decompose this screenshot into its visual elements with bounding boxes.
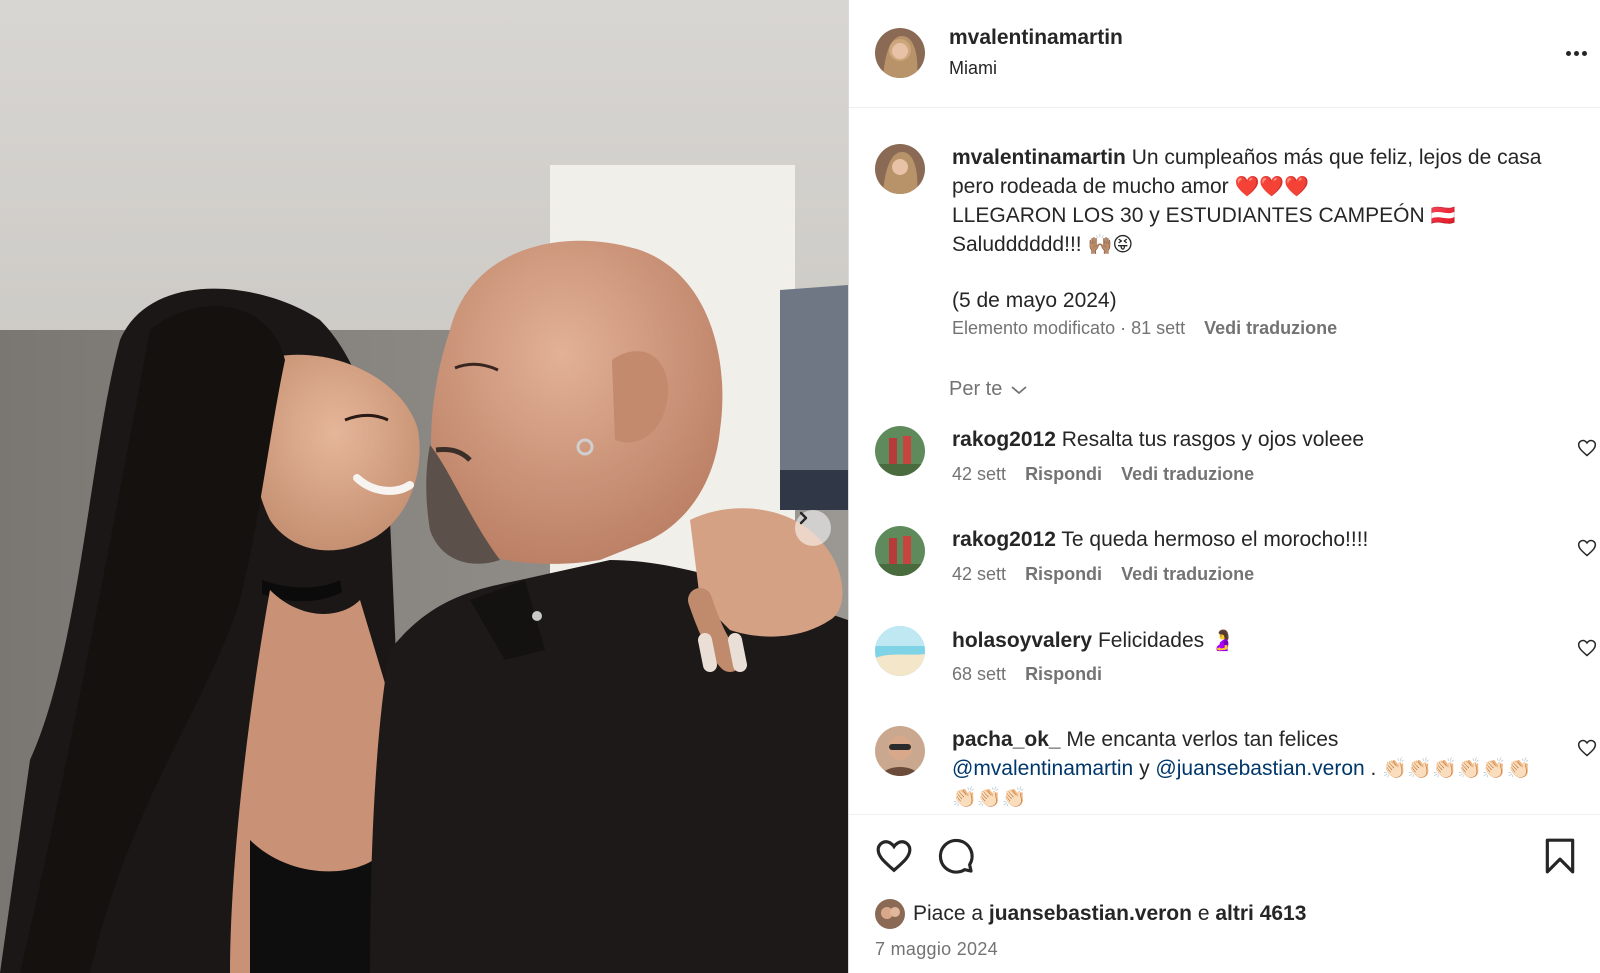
post-header: mvalentinamartin Miami	[849, 0, 1600, 108]
commenter-avatar[interactable]	[875, 626, 925, 676]
comment-username[interactable]: holasoyvalery	[952, 629, 1092, 652]
chevron-right-icon	[799, 511, 808, 525]
comment-translate-link[interactable]: Vedi traduzione	[1121, 464, 1254, 484]
comment-text: rakog2012 Resalta tus rasgos y ojos vole…	[952, 426, 1552, 454]
caption-emoji-hands: 🙌🏽😝	[1087, 232, 1134, 256]
author-avatar-image	[875, 28, 925, 78]
comment-age: 42 sett	[952, 464, 1007, 484]
post-side-panel: mvalentinamartin Miami mvalentinamartin …	[848, 0, 1600, 973]
heart-icon[interactable]	[1577, 538, 1597, 558]
comment-icon[interactable]	[937, 837, 975, 875]
post-actions: Piace a juansebastian.veron e altri 4613…	[849, 814, 1600, 973]
comment-text: pacha_ok_ Me encanta verlos tan felices …	[952, 726, 1552, 812]
likes-connector: e	[1197, 902, 1210, 925]
caption-meta: Elemento modificato · 81 sett Vedi tradu…	[952, 318, 1337, 339]
liker-avatar[interactable]	[875, 899, 905, 929]
comment-reply-button[interactable]: Rispondi	[1025, 564, 1102, 584]
comment-reply-button[interactable]: Rispondi	[1025, 464, 1102, 484]
comment-item: holasoyvalery Felicidades 🤰 68 sett Risp…	[849, 626, 1600, 722]
post-date[interactable]: 7 maggio 2024	[875, 939, 998, 960]
caption-username[interactable]: mvalentinamartin	[952, 146, 1126, 169]
caption-translate-link[interactable]: Vedi traduzione	[1204, 318, 1337, 338]
commenter-avatar[interactable]	[875, 426, 925, 476]
mention-link[interactable]: @mvalentinamartin	[952, 757, 1133, 780]
likes-summary: Piace a juansebastian.veron e altri 4613	[875, 899, 1306, 929]
comment-body: Me encanta verlos tan felices	[1066, 728, 1339, 751]
comment-translate-link[interactable]: Vedi traduzione	[1121, 564, 1254, 584]
mention-link[interactable]: @juansebastian.veron	[1155, 757, 1364, 780]
caption-avatar-image	[875, 144, 925, 194]
more-icon	[1564, 50, 1588, 56]
post-photo[interactable]	[0, 0, 848, 973]
comment-punct: .	[1370, 757, 1377, 780]
comment-sort-dropdown[interactable]: Per te	[949, 378, 1028, 401]
comment-age: 68 sett	[952, 664, 1007, 684]
likes-prefix: Piace a	[913, 902, 984, 925]
comment-age: 42 sett	[952, 564, 1007, 584]
more-options-button[interactable]	[1561, 38, 1591, 68]
comment-meta: 42 sett Rispondi Vedi traduzione	[952, 464, 1254, 485]
commenter-avatar-image	[875, 526, 925, 576]
likes-user-link[interactable]: juansebastian.veron	[989, 902, 1192, 926]
photo-illustration	[0, 0, 848, 973]
comment-meta: 42 sett Rispondi Vedi traduzione	[952, 564, 1254, 585]
commenter-avatar-image	[875, 726, 925, 776]
comment-item: pacha_ok_ Me encanta verlos tan felices …	[849, 726, 1600, 814]
caption-line4: (5 de mayo 2024)	[952, 289, 1117, 312]
comment-username[interactable]: rakog2012	[952, 428, 1056, 451]
next-photo-button[interactable]	[795, 510, 831, 546]
commenter-avatar[interactable]	[875, 726, 925, 776]
likes-others-link[interactable]: altri 4613	[1215, 902, 1306, 926]
caption-avatar[interactable]	[875, 144, 925, 194]
comment-connector: y	[1139, 757, 1150, 780]
author-username[interactable]: mvalentinamartin	[949, 26, 1123, 50]
comment-sort-label: Per te	[949, 378, 1003, 400]
comment-body: Felicidades	[1097, 629, 1205, 652]
comment-meta: 68 sett Rispondi	[952, 664, 1102, 685]
comment-body: Resalta tus rasgos y ojos voleee	[1061, 428, 1365, 451]
author-avatar[interactable]	[875, 28, 925, 78]
heart-icon[interactable]	[1577, 638, 1597, 658]
chevron-down-icon	[1011, 385, 1027, 394]
comment-username[interactable]: pacha_ok_	[952, 728, 1061, 751]
caption-line3: Saludddddd!!!	[952, 233, 1082, 256]
caption-emoji-hearts: ❤️❤️❤️	[1234, 174, 1310, 198]
comment-body: Te queda hermoso el morocho!!!!	[1061, 528, 1369, 551]
caption-edited-age: Elemento modificato · 81 sett	[952, 318, 1186, 338]
comment-item: rakog2012 Te queda hermoso el morocho!!!…	[849, 526, 1600, 622]
post-location[interactable]: Miami	[949, 58, 997, 79]
comment-emoji: 🤰	[1210, 628, 1235, 652]
comment-item: rakog2012 Resalta tus rasgos y ojos vole…	[849, 426, 1600, 522]
comments-list[interactable]: mvalentinamartin Un cumpleaños más que f…	[849, 108, 1600, 814]
caption-line2: LLEGARON LOS 30 y ESTUDIANTES CAMPEÓN	[952, 204, 1425, 227]
commenter-avatar[interactable]	[875, 526, 925, 576]
commenter-avatar-image	[875, 426, 925, 476]
heart-icon[interactable]	[1577, 738, 1597, 758]
heart-icon[interactable]	[875, 837, 913, 875]
comment-text: rakog2012 Te queda hermoso el morocho!!!…	[952, 526, 1552, 554]
commenter-avatar-image	[875, 626, 925, 676]
caption-text: mvalentinamartin Un cumpleaños más que f…	[952, 144, 1572, 315]
caption-emoji-flag: 🇦🇹	[1430, 203, 1456, 227]
comment-text: holasoyvalery Felicidades 🤰	[952, 626, 1552, 655]
liker-avatar-image	[875, 899, 905, 929]
heart-icon[interactable]	[1577, 438, 1597, 458]
comment-reply-button[interactable]: Rispondi	[1025, 664, 1102, 684]
comment-username[interactable]: rakog2012	[952, 528, 1056, 551]
bookmark-icon[interactable]	[1543, 837, 1577, 875]
